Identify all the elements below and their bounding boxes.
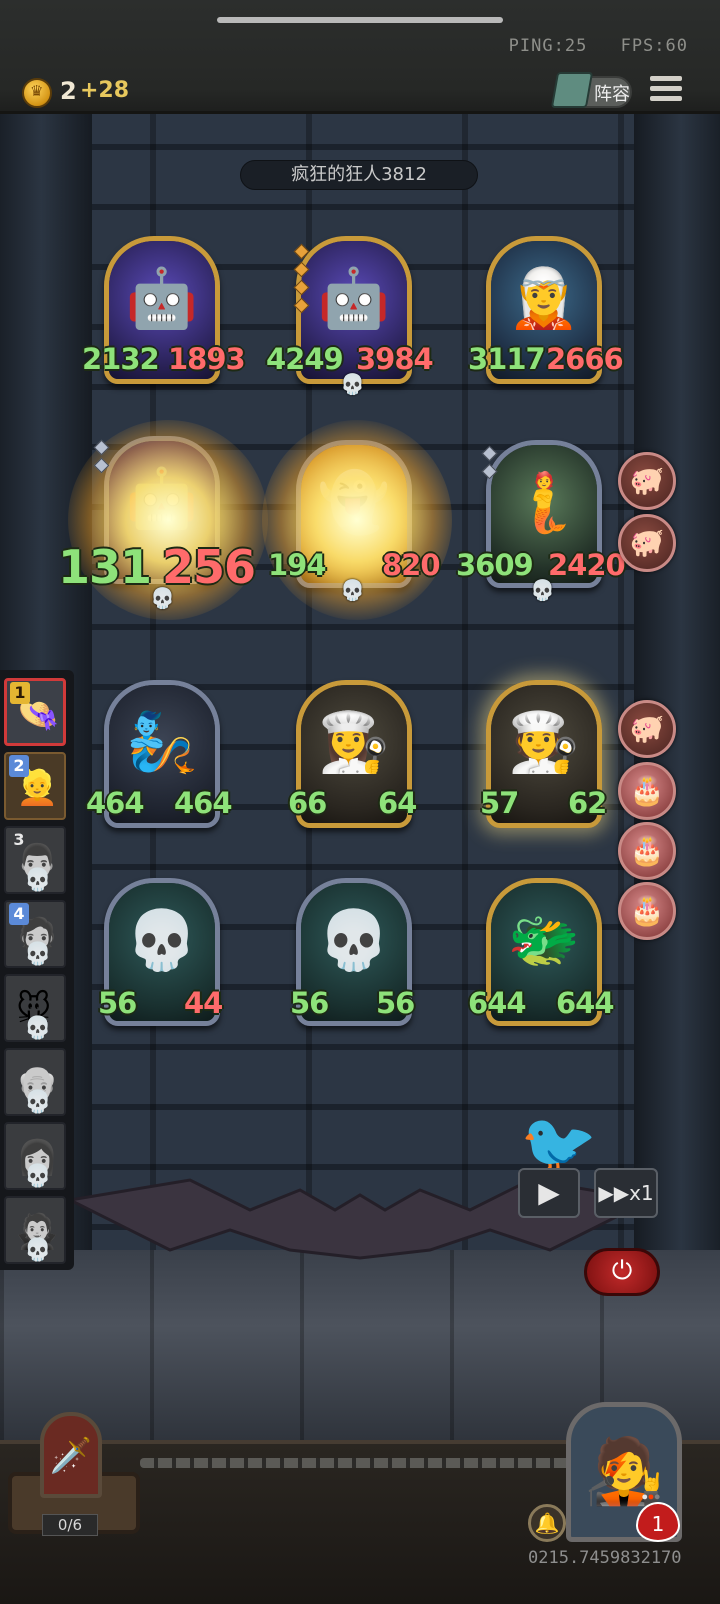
void-golem-icon: 🤖 (125, 264, 199, 332)
chef-boy-icon: 🧑‍🍳 (507, 708, 581, 776)
golden-genie-icon: 🧞 (125, 708, 199, 776)
water-spirit-icon: 🐲 (507, 906, 581, 974)
chain-decoration (140, 1458, 580, 1468)
unit-attack: 57 (480, 786, 519, 820)
unit-attack: 3609 (456, 548, 534, 582)
unit-health: 44 (184, 986, 223, 1020)
skull-icon: 💀 (24, 942, 52, 967)
queue-slot[interactable]: 👴 💀 (4, 1048, 66, 1116)
queue-order-number: 1 (10, 682, 30, 704)
queue-slot[interactable]: 👩 💀 (4, 1122, 66, 1190)
skull-icon: 💀 (24, 1016, 52, 1041)
speed-button[interactable]: ▶▶x1 (594, 1168, 658, 1218)
skull-icon: 💀 (24, 868, 52, 893)
unit-attack: 131 (58, 540, 152, 594)
elf-sorceress-icon: 🧝 (507, 264, 581, 332)
unit-health: 1893 (168, 342, 246, 376)
unit-attack: 4249 (266, 342, 344, 376)
status-notch (217, 17, 503, 23)
unit-health: 56 (376, 986, 415, 1020)
unit-health: 3984 (356, 342, 434, 376)
unit-attack: 56 (98, 986, 137, 1020)
lineup-book-icon[interactable] (550, 72, 594, 108)
queue-slot[interactable]: 🧛 💀 (4, 1196, 66, 1264)
buff-token-icon[interactable]: 🐖 (618, 700, 676, 758)
skeleton-ghost-icon: 💀 (125, 906, 199, 974)
unit-attack: 2132 (82, 342, 160, 376)
cake-token-icon[interactable]: 🎂 (618, 822, 676, 880)
play-button[interactable]: ▶ (518, 1168, 580, 1218)
queue-slot[interactable]: 👒 1 (4, 678, 66, 746)
build-version: 0215.7459832170 (528, 1548, 682, 1568)
unit-health: 256 (162, 540, 256, 594)
skull-icon: 💀 (340, 578, 365, 602)
singing-mermaid-icon: 🧜 (507, 468, 581, 536)
top-bar: PING:25 FPS:60 2 +28 阵容 (0, 0, 720, 114)
fps-readout: FPS:60 (620, 36, 688, 56)
unit-health: 464 (174, 786, 233, 820)
unit-health: 64 (378, 786, 417, 820)
skeleton-ghost-icon: 💀 (317, 906, 391, 974)
queue-slot[interactable]: 🧔 4 💀 (4, 900, 66, 968)
skull-icon: 💀 (530, 578, 555, 602)
skull-icon: 💀 (150, 586, 175, 610)
network-stats: PING:25 FPS:60 (487, 36, 688, 56)
unit-attack: 194 (268, 548, 327, 582)
queue-slot[interactable]: 🐭 💀 (4, 974, 66, 1042)
unit-attack: 56 (290, 986, 329, 1020)
skull-icon: 💀 (340, 372, 365, 396)
opponent-name: 疯狂的狂人3812 (240, 160, 478, 190)
shop-count: 0/6 (42, 1514, 98, 1536)
unit-health: 644 (556, 986, 615, 1020)
bell-icon[interactable]: 🔔 (528, 1504, 566, 1542)
cake-token-icon[interactable]: 🎂 (618, 762, 676, 820)
hero-life-count: 1 (636, 1502, 680, 1542)
lineup-button-label[interactable]: 阵容 (594, 80, 630, 106)
power-button[interactable]: ⏻ (584, 1248, 660, 1296)
turn-order-queue: 👒 1 👱 2 👨 3 💀 🧔 4 💀 🐭 💀 👴 💀 👩 💀 🧛 💀 (0, 670, 74, 1270)
skull-icon: 💀 (24, 1164, 52, 1189)
gold-income: +28 (80, 78, 130, 103)
unit-attack: 644 (468, 986, 527, 1020)
menu-icon[interactable] (650, 76, 682, 104)
queue-order-number: 4 (9, 903, 29, 925)
queue-slot[interactable]: 👨 3 💀 (4, 826, 66, 894)
gold-amount: 2 (60, 77, 77, 105)
right-pillar (634, 114, 720, 1284)
unit-attack: 464 (86, 786, 145, 820)
skull-icon: 💀 (24, 1090, 52, 1115)
queue-slot[interactable]: 👱 2 (4, 752, 66, 820)
unit-attack: 3117 (468, 342, 546, 376)
queue-order-number: 2 (9, 755, 29, 777)
shop-door-icon[interactable]: 🗡️ (40, 1412, 102, 1498)
gold-coin-icon (22, 78, 52, 108)
queue-order-number: 3 (13, 830, 25, 849)
cake-token-icon[interactable]: 🎂 (618, 882, 676, 940)
unit-health: 62 (568, 786, 607, 820)
unit-health: 820 (382, 548, 441, 582)
unit-health: 2666 (546, 342, 624, 376)
unit-attack: 66 (288, 786, 327, 820)
ping-readout: PING:25 (508, 36, 588, 56)
buff-token-icon[interactable]: 🐖 (618, 452, 676, 510)
void-golem-icon: 🤖 (317, 264, 391, 332)
buff-token-icon[interactable]: 🐖 (618, 514, 676, 572)
unit-health: 2420 (548, 548, 626, 582)
maid-girl-icon: 👩‍🍳 (317, 708, 391, 776)
skull-icon: 💀 (24, 1238, 52, 1263)
